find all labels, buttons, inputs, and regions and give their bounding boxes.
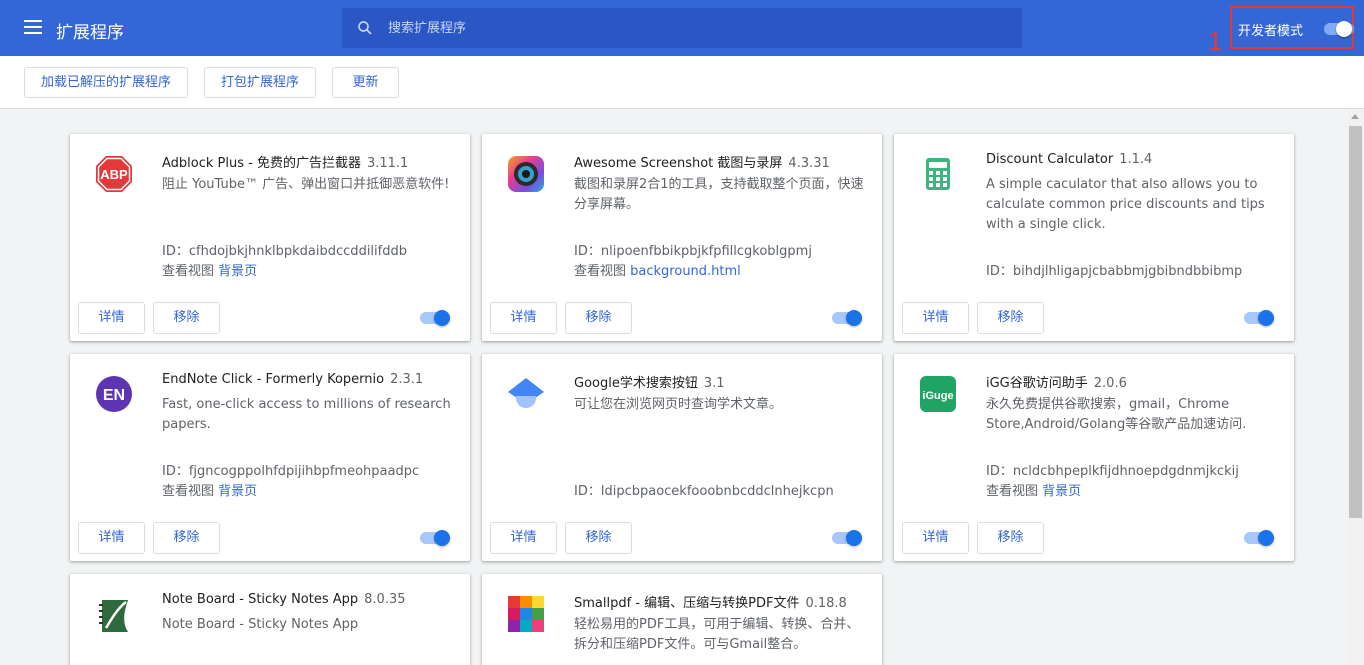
svg-text:EN: EN bbox=[103, 387, 125, 404]
extension-id: ID：bihdjlhligapjcbabbmjgbibndbbibmp bbox=[986, 264, 1243, 279]
extension-card-note-board: Note Board - Sticky Notes App 8.0.35 Note… bbox=[70, 574, 470, 665]
extension-enable-toggle[interactable] bbox=[830, 530, 864, 546]
extension-card-google-scholar: Google学术搜索按钮 3.1 可让您在浏览网页时查询学术文章。 ID：ldip… bbox=[482, 354, 882, 561]
extension-title: Discount Calculator 1.1.4 bbox=[986, 152, 1153, 167]
scholar-cap-icon bbox=[508, 378, 544, 408]
abp-stop-icon: ABP bbox=[96, 156, 132, 192]
inspect-views: 查看视图 background.html bbox=[574, 264, 741, 279]
details-button[interactable]: 详情 bbox=[78, 302, 145, 334]
developer-mode-label: 开发者模式 bbox=[1238, 24, 1304, 39]
extension-id: ID：fjgncogppolhfdpijihbpfmeohpaadpc bbox=[162, 464, 420, 479]
background-page-link[interactable]: 背景页 bbox=[218, 484, 257, 499]
extension-description: 可让您在浏览网页时查询学术文章。 bbox=[574, 397, 783, 412]
extension-card-igg: iGuge iGG谷歌访问助手 2.0.6 永久免费提供谷歌搜索，gmail，Ch… bbox=[894, 354, 1294, 561]
extension-enable-toggle[interactable] bbox=[418, 310, 452, 326]
extension-card-adblock-plus: ABP Adblock Plus - 免费的广告拦截器 3.11.1 阻止 You… bbox=[70, 134, 470, 341]
app-header: 扩展程序 开发者模式 bbox=[0, 0, 1364, 56]
extension-id: ID：nlipoenfbbikpbjkfpfillcgkoblgpmj bbox=[574, 244, 812, 259]
remove-button[interactable]: 移除 bbox=[977, 302, 1044, 334]
page-title: 扩展程序 bbox=[56, 23, 124, 43]
extension-title: Note Board - Sticky Notes App 8.0.35 bbox=[162, 592, 406, 607]
extension-description: Note Board - Sticky Notes App bbox=[162, 617, 359, 632]
background-page-link[interactable]: 背景页 bbox=[218, 264, 257, 279]
extension-title: Smallpdf - 编辑、压缩与转换PDF文件 0.18.8 bbox=[574, 596, 847, 611]
extension-title: EndNote Click - Formerly Kopernio 2.3.1 bbox=[162, 372, 424, 387]
details-button[interactable]: 详情 bbox=[78, 522, 145, 554]
extension-title: Google学术搜索按钮 3.1 bbox=[574, 376, 725, 391]
scroll-up-arrow-icon[interactable] bbox=[1351, 114, 1359, 119]
search-input[interactable] bbox=[388, 8, 1008, 48]
extension-enable-toggle[interactable] bbox=[1242, 310, 1276, 326]
extension-enable-toggle[interactable] bbox=[830, 310, 864, 326]
load-unpacked-button[interactable]: 加载已解压的扩展程序 bbox=[24, 67, 188, 98]
remove-button[interactable]: 移除 bbox=[153, 522, 220, 554]
background-page-link[interactable]: background.html bbox=[630, 264, 741, 279]
search-box[interactable] bbox=[342, 8, 1022, 48]
extension-id: ID：cfhdojbkjhnklbpkdaibdccddilifddb bbox=[162, 244, 407, 259]
extension-enable-toggle[interactable] bbox=[418, 530, 452, 546]
developer-toolbar: 加载已解压的扩展程序 打包扩展程序 更新 bbox=[0, 56, 1364, 109]
calculator-icon bbox=[926, 158, 950, 190]
update-button[interactable]: 更新 bbox=[332, 67, 399, 98]
search-icon bbox=[358, 21, 372, 35]
camera-lens-icon bbox=[508, 156, 544, 192]
inspect-views: 查看视图 背景页 bbox=[162, 264, 258, 279]
iguge-icon: iGuge bbox=[920, 376, 956, 412]
page-scrollbar[interactable] bbox=[1347, 110, 1364, 665]
hamburger-menu-icon[interactable] bbox=[24, 20, 42, 34]
extension-card-endnote-click: EN EndNote Click - Formerly Kopernio 2.3.… bbox=[70, 354, 470, 561]
inspect-views: 查看视图 背景页 bbox=[162, 484, 258, 499]
remove-button[interactable]: 移除 bbox=[153, 302, 220, 334]
extension-card-smallpdf: Smallpdf - 编辑、压缩与转换PDF文件 0.18.8 轻松易用的PDF工… bbox=[482, 574, 882, 665]
details-button[interactable]: 详情 bbox=[490, 522, 557, 554]
extension-id: ID：ncldcbhpeplkfijdhnoepdgdnmjkckij bbox=[986, 464, 1239, 479]
remove-button[interactable]: 移除 bbox=[977, 522, 1044, 554]
background-page-link[interactable]: 背景页 bbox=[1042, 484, 1081, 499]
developer-mode-toggle[interactable] bbox=[1322, 21, 1356, 37]
extension-title: iGG谷歌访问助手 2.0.6 bbox=[986, 376, 1127, 391]
details-button[interactable]: 详情 bbox=[902, 522, 969, 554]
extension-description: 轻松易用的PDF工具，可用于编辑、转换、合并、拆分和压缩PDF文件。可与Gmai… bbox=[574, 617, 860, 652]
remove-button[interactable]: 移除 bbox=[565, 522, 632, 554]
extension-description: 阻止 YouTube™ 广告、弹出窗口并抵御恶意软件! bbox=[162, 177, 450, 192]
pack-extension-button[interactable]: 打包扩展程序 bbox=[204, 67, 316, 98]
extension-title: Adblock Plus - 免费的广告拦截器 3.11.1 bbox=[162, 156, 409, 171]
svg-text:iGuge: iGuge bbox=[922, 390, 953, 402]
extension-description: 永久免费提供谷歌搜索，gmail，Chrome Store,Android/Go… bbox=[986, 397, 1247, 432]
svg-text:ABP: ABP bbox=[100, 167, 128, 182]
extension-description: A simple caculator that also allows you … bbox=[986, 177, 1265, 232]
developer-mode-highlight: 开发者模式 bbox=[1230, 6, 1354, 49]
details-button[interactable]: 详情 bbox=[902, 302, 969, 334]
extension-card-awesome-screenshot: Awesome Screenshot 截图与录屏 4.3.31 截图和录屏2合1的… bbox=[482, 134, 882, 341]
inspect-views: 查看视图 背景页 bbox=[986, 484, 1082, 499]
extension-card-discount-calculator: Discount Calculator 1.1.4 A simple cacula… bbox=[894, 134, 1294, 341]
details-button[interactable]: 详情 bbox=[490, 302, 557, 334]
noteboard-icon bbox=[99, 600, 128, 632]
extension-description: 截图和录屏2合1的工具，支持截取整个页面，快速分享屏幕。 bbox=[574, 177, 864, 212]
remove-button[interactable]: 移除 bbox=[565, 302, 632, 334]
extension-description: Fast, one-click access to millions of re… bbox=[162, 397, 451, 432]
endnote-icon: EN bbox=[96, 376, 132, 412]
annotation-number: 1 bbox=[1208, 26, 1223, 56]
smallpdf-grid-icon bbox=[508, 596, 544, 632]
extension-id: ID：ldipcbpaocekfooobnbcddclnhejkcpn bbox=[574, 484, 834, 499]
extension-enable-toggle[interactable] bbox=[1242, 530, 1276, 546]
extension-title: Awesome Screenshot 截图与录屏 4.3.31 bbox=[574, 156, 830, 171]
scroll-thumb[interactable] bbox=[1349, 126, 1362, 518]
